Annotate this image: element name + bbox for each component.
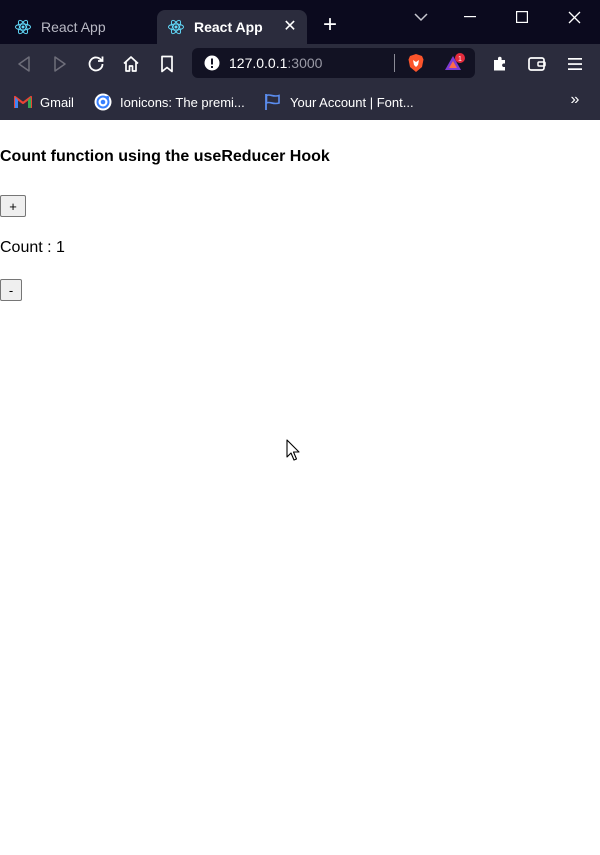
address-bar-divider bbox=[394, 54, 395, 72]
tab-title: React App bbox=[41, 19, 106, 35]
forward-icon[interactable] bbox=[48, 52, 72, 76]
page-heading: Count function using the useReducer Hook bbox=[0, 148, 330, 165]
flag-icon bbox=[264, 93, 282, 111]
tab-search-chevron-icon[interactable] bbox=[401, 6, 441, 28]
count-display: Count : 1 bbox=[0, 239, 65, 256]
address-bar[interactable]: 127.0.0.1:3000 1 bbox=[192, 48, 475, 78]
home-icon[interactable] bbox=[119, 52, 143, 76]
bookmark-ionicons[interactable]: Ionicons: The premi... bbox=[94, 92, 245, 112]
maximize-icon[interactable] bbox=[502, 6, 542, 28]
bookmark-your-account[interactable]: Your Account | Font... bbox=[264, 92, 414, 112]
bookmark-label: Ionicons: The premi... bbox=[120, 94, 245, 110]
rewards-badge-count: 1 bbox=[458, 56, 462, 63]
react-logo-icon bbox=[167, 18, 185, 36]
brave-shields-icon[interactable] bbox=[406, 53, 426, 73]
bookmark-label: Your Account | Font... bbox=[290, 94, 414, 110]
new-tab-button[interactable]: + bbox=[318, 13, 342, 38]
ionicons-icon bbox=[94, 93, 112, 111]
mouse-cursor-icon bbox=[286, 439, 302, 463]
url-text: 127.0.0.1:3000 bbox=[229, 55, 322, 71]
decrement-button[interactable]: - bbox=[0, 279, 22, 301]
back-icon[interactable] bbox=[12, 52, 36, 76]
gmail-icon bbox=[14, 93, 32, 111]
bookmarks-bar: Gmail Ionicons: The premi... Your Accoun… bbox=[0, 84, 600, 120]
tab-strip: React App React App ✕ + bbox=[0, 0, 600, 44]
wallet-icon[interactable] bbox=[525, 52, 549, 76]
brave-rewards-icon[interactable]: 1 bbox=[444, 53, 466, 73]
minimize-icon[interactable] bbox=[450, 6, 490, 28]
url-host: 127.0.0.1 bbox=[229, 55, 288, 71]
increment-button[interactable]: + bbox=[0, 195, 26, 217]
bookmark-icon[interactable] bbox=[155, 52, 179, 76]
tab-react-app-1[interactable]: React App bbox=[0, 10, 152, 44]
extensions-puzzle-icon[interactable] bbox=[488, 52, 512, 76]
page-viewport: Count function using the useReducer Hook… bbox=[0, 120, 600, 855]
browser-window: React App React App ✕ + 127.0.0.1:3000 1… bbox=[0, 0, 600, 855]
tab-react-app-2[interactable]: React App ✕ bbox=[157, 10, 307, 44]
site-info-icon[interactable] bbox=[204, 55, 220, 71]
menu-icon[interactable] bbox=[563, 52, 587, 76]
tab-title: React App bbox=[194, 19, 263, 35]
more-bookmarks-icon[interactable]: » bbox=[566, 92, 584, 110]
reload-icon[interactable] bbox=[84, 52, 108, 76]
bookmark-label: Gmail bbox=[40, 94, 74, 110]
window-close-icon[interactable] bbox=[554, 6, 594, 28]
url-port: :3000 bbox=[287, 55, 323, 71]
bookmark-gmail[interactable]: Gmail bbox=[14, 92, 74, 112]
react-logo-icon bbox=[14, 18, 32, 36]
close-tab-icon[interactable]: ✕ bbox=[281, 18, 299, 36]
